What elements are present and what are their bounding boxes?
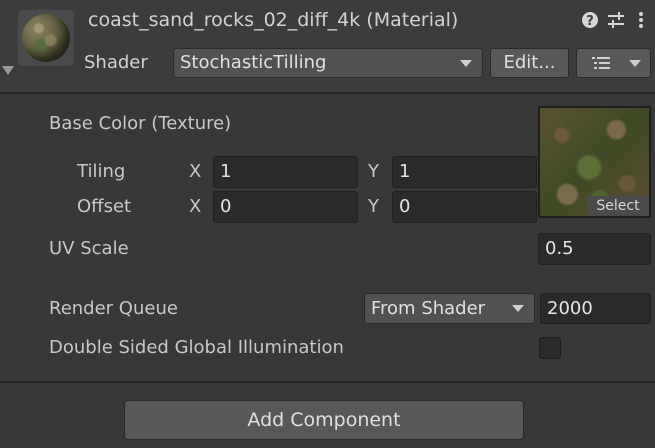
shader-list-button[interactable] bbox=[576, 48, 651, 78]
offset-x-label: X bbox=[189, 196, 202, 217]
render-queue-mode-value: From Shader bbox=[371, 298, 486, 319]
edit-shader-button[interactable]: Edit... bbox=[490, 48, 569, 78]
tiling-x-field[interactable]: 1 bbox=[213, 156, 358, 188]
base-color-label: Base Color (Texture) bbox=[49, 113, 232, 134]
material-title: coast_sand_rocks_02_diff_4k (Material) bbox=[88, 9, 459, 31]
chevron-down-icon bbox=[460, 60, 472, 67]
double-sided-gi-checkbox[interactable] bbox=[539, 337, 561, 359]
shader-dropdown[interactable]: StochasticTilling bbox=[173, 48, 483, 78]
offset-label: Offset bbox=[77, 196, 132, 217]
texture-select-button[interactable]: Select bbox=[587, 196, 649, 216]
preset-sliders-icon[interactable] bbox=[606, 10, 626, 30]
offset-x-field[interactable]: 0 bbox=[213, 191, 358, 223]
uv-scale-field[interactable]: 0.5 bbox=[538, 233, 651, 265]
foldout-arrow-icon[interactable] bbox=[2, 66, 14, 75]
chevron-down-icon bbox=[512, 305, 524, 312]
help-icon[interactable]: ? bbox=[580, 10, 600, 30]
double-sided-gi-label: Double Sided Global Illumination bbox=[49, 337, 344, 358]
offset-y-field[interactable]: 0 bbox=[392, 191, 537, 223]
render-queue-value-field[interactable]: 2000 bbox=[540, 293, 651, 324]
shader-dropdown-value: StochasticTilling bbox=[180, 52, 327, 73]
render-queue-label: Render Queue bbox=[49, 298, 178, 319]
shader-label: Shader bbox=[84, 52, 148, 73]
svg-text:?: ? bbox=[586, 14, 594, 29]
chevron-down-icon bbox=[629, 60, 641, 67]
footer-divider bbox=[0, 381, 655, 383]
offset-y-label: Y bbox=[368, 196, 379, 217]
tiling-label: Tiling bbox=[77, 161, 126, 182]
material-preview-thumbnail bbox=[18, 10, 74, 66]
tiling-x-label: X bbox=[189, 161, 202, 182]
tiling-y-label: Y bbox=[368, 161, 379, 182]
header-divider bbox=[0, 92, 655, 94]
add-component-button[interactable]: Add Component bbox=[124, 400, 524, 440]
render-queue-mode-dropdown[interactable]: From Shader bbox=[364, 293, 535, 324]
more-options-icon[interactable] bbox=[631, 10, 651, 30]
tiling-y-field[interactable]: 1 bbox=[392, 156, 537, 188]
base-color-texture-slot[interactable]: Select bbox=[538, 106, 651, 218]
list-icon bbox=[592, 57, 610, 69]
uv-scale-label: UV Scale bbox=[49, 238, 129, 259]
